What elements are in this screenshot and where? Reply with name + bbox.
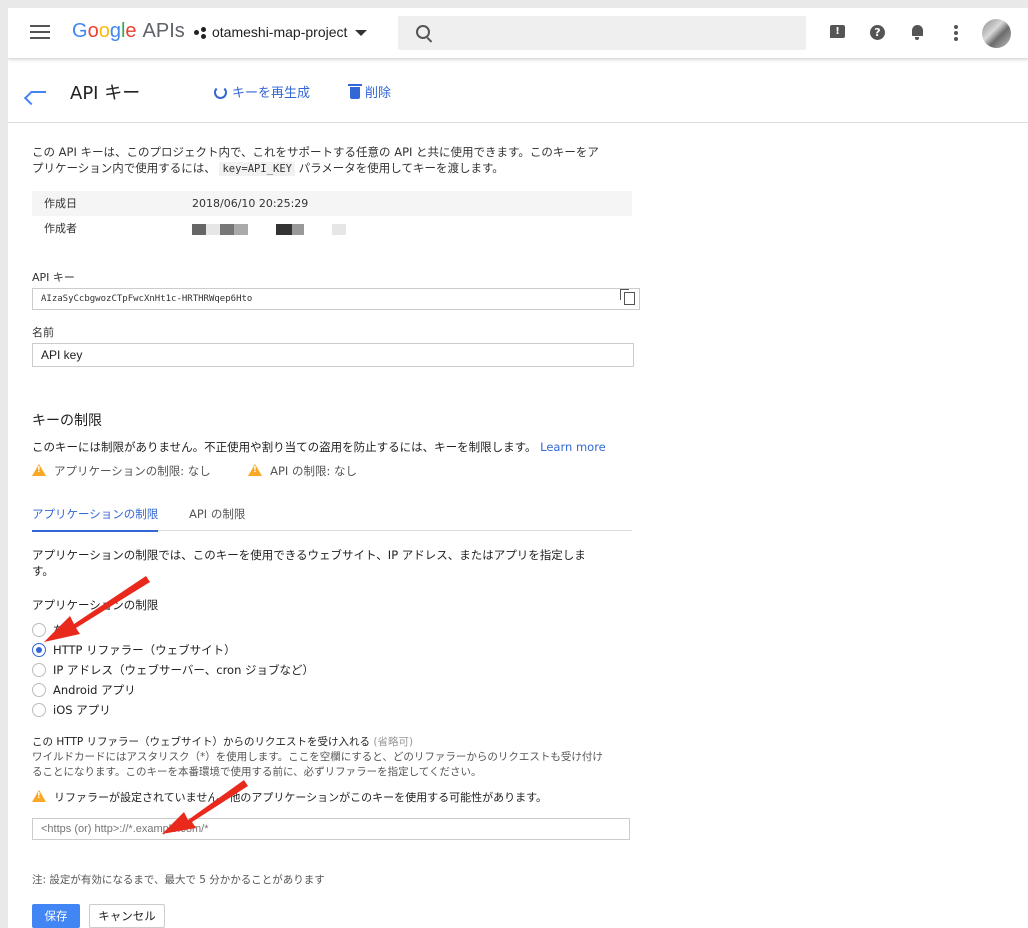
chevron-down-icon <box>355 30 368 37</box>
radio-circle-selected <box>32 643 46 657</box>
page-title: API キー <box>70 83 141 104</box>
radio-label: IP アドレス（ウェブサーバー、cron ジョブなど） <box>53 663 315 677</box>
app-restrictions-heading: アプリケーションの制限 <box>32 598 159 612</box>
creator-value-redacted <box>192 222 346 235</box>
creator-row: 作成者 <box>32 216 632 241</box>
copy-icon[interactable] <box>620 289 635 305</box>
app-frame: Google APIs otameshi-map-project ! ? API … <box>8 8 1028 928</box>
project-selector[interactable]: otameshi-map-project <box>194 24 368 40</box>
created-value: 2018/06/10 20:25:29 <box>192 197 309 210</box>
cancel-button[interactable]: キャンセル <box>89 904 165 928</box>
tab-api-restrictions[interactable]: API の制限 <box>189 506 245 530</box>
regenerate-key-button[interactable]: キーを再生成 <box>214 82 310 101</box>
creator-label: 作成者 <box>44 222 77 235</box>
radio-ios-app[interactable]: iOS アプリ <box>32 702 111 718</box>
delete-label: 削除 <box>365 86 392 101</box>
referrer-help-line: ワイルドカードにはアスタリスク（*）を使用します。ここを空欄にすると、どのリファ… <box>32 751 603 763</box>
api-key-label: API キー <box>32 271 75 284</box>
top-bar: Google APIs otameshi-map-project ! ? <box>8 8 1028 59</box>
radio-circle <box>32 703 46 717</box>
help-icon[interactable]: ? <box>870 25 886 41</box>
app-restrictions-desc-line: す。 <box>32 564 54 578</box>
radio-circle <box>32 663 46 677</box>
logo-letter: o <box>87 20 99 42</box>
save-button[interactable]: 保存 <box>32 904 80 928</box>
warning-icon <box>32 464 46 476</box>
radio-ip-address[interactable]: IP アドレス（ウェブサーバー、cron ジョブなど） <box>32 662 314 678</box>
app-restrictions-desc-line: アプリケーションの制限では、このキーを使用できるウェブサイト、IP アドレス、ま… <box>32 548 586 562</box>
search-icon <box>416 25 430 39</box>
code-snippet: key=API_KEY <box>219 162 295 176</box>
logo-letter: g <box>109 20 121 42</box>
page-header: API キー キーを再生成 削除 <box>8 63 1028 123</box>
intro-text-part: プリケーション内で使用するには、 <box>32 161 216 175</box>
referrer-warning-text: リファラーが設定されていません。他のアプリケーションがこのキーを使用する可能性が… <box>54 791 548 804</box>
referrer-help-line: ることになります。このキーを本番環境で使用する前に、必ずリファラーを指定してくだ… <box>32 766 482 778</box>
logo-letter: G <box>72 20 88 42</box>
created-label: 作成日 <box>44 197 77 210</box>
logo-apis-text: APIs <box>142 20 185 42</box>
project-name: otameshi-map-project <box>212 24 348 40</box>
restriction-tabs: アプリケーションの制限 API の制限 <box>32 502 632 532</box>
warning-icon <box>32 790 46 802</box>
more-vert-icon[interactable] <box>954 25 960 41</box>
back-arrow-icon[interactable] <box>28 82 48 102</box>
radio-label: HTTP リファラー（ウェブサイト） <box>53 643 236 657</box>
radio-http-referrer[interactable]: HTTP リファラー（ウェブサイト） <box>32 642 236 658</box>
radio-label: Android アプリ <box>53 683 136 697</box>
save-note: 注: 設定が有効になるまで、最大で 5 分かかることがあります <box>32 874 325 886</box>
name-label: 名前 <box>32 326 54 339</box>
delete-button[interactable]: 削除 <box>348 82 392 101</box>
created-row: 作成日 2018/06/10 20:25:29 <box>32 191 632 216</box>
radio-label: なし <box>53 623 76 637</box>
optional-label: (省略可) <box>373 736 414 748</box>
key-metadata: 作成日 2018/06/10 20:25:29 作成者 <box>32 191 632 241</box>
trash-icon <box>348 84 362 99</box>
intro-text-part: パラメータを使用してキーを渡します。 <box>298 161 504 175</box>
feedback-icon[interactable]: ! <box>830 25 846 41</box>
key-restrictions-heading: キーの制限 <box>32 413 102 429</box>
menu-icon[interactable] <box>30 25 50 41</box>
logo-letter: e <box>125 20 137 42</box>
notifications-icon[interactable] <box>910 25 926 41</box>
project-icon <box>194 27 208 40</box>
radio-android-app[interactable]: Android アプリ <box>32 682 136 698</box>
intro-line: この API キーは、このプロジェクト内で、これをサポートする任意の API と… <box>32 145 599 159</box>
api-key-field[interactable]: AIzaSyCcbgwozCTpFwcXnHt1c-HRTHRWqep6Hto <box>32 288 640 310</box>
restriction-status: アプリケーションの制限: なし API の制限: なし <box>32 463 357 479</box>
intro-line: プリケーション内で使用するには、 key=API_KEY パラメータを使用してキ… <box>32 160 632 177</box>
avatar[interactable] <box>982 19 1011 48</box>
radio-label: iOS アプリ <box>53 703 111 717</box>
name-input[interactable] <box>32 343 634 367</box>
regenerate-key-label: キーを再生成 <box>232 86 311 101</box>
radio-circle <box>32 683 46 697</box>
refresh-icon <box>214 86 227 99</box>
api-restriction-status: API の制限: なし <box>270 464 358 478</box>
intro-text: この API キーは、このプロジェクト内で、これをサポートする任意の API と… <box>32 144 632 177</box>
api-key-value: AIzaSyCcbgwozCTpFwcXnHt1c-HRTHRWqep6Hto <box>41 294 253 304</box>
radio-circle <box>32 623 46 637</box>
learn-more-link[interactable]: Learn more <box>540 440 606 454</box>
tab-application-restrictions[interactable]: アプリケーションの制限 <box>32 506 159 532</box>
google-apis-logo[interactable]: Google APIs <box>72 20 185 43</box>
radio-none[interactable]: なし <box>32 622 76 638</box>
restrictions-description: このキーには制限がありません。不正使用や割り当ての盗用を防止するには、キーを制限… <box>32 439 606 455</box>
restrictions-desc-text: このキーには制限がありません。不正使用や割り当ての盗用を防止するには、キーを制限… <box>32 440 537 454</box>
referrer-heading: この HTTP リファラー（ウェブサイト）からのリクエストを受け入れる (省略可… <box>32 734 413 749</box>
referrer-title: この HTTP リファラー（ウェブサイト）からのリクエストを受け入れる <box>32 736 371 748</box>
referrer-help: ワイルドカードにはアスタリスク（*）を使用します。ここを空欄にすると、どのリファ… <box>32 750 603 780</box>
referrer-input[interactable] <box>32 818 630 840</box>
warning-icon <box>248 464 263 476</box>
app-restriction-status: アプリケーションの制限: なし <box>54 464 211 478</box>
referrer-warning: リファラーが設定されていません。他のアプリケーションがこのキーを使用する可能性が… <box>32 789 547 805</box>
app-restrictions-description: アプリケーションの制限では、このキーを使用できるウェブサイト、IP アドレス、ま… <box>32 547 586 579</box>
logo-letter: o <box>98 20 110 42</box>
search-input[interactable] <box>398 16 806 50</box>
